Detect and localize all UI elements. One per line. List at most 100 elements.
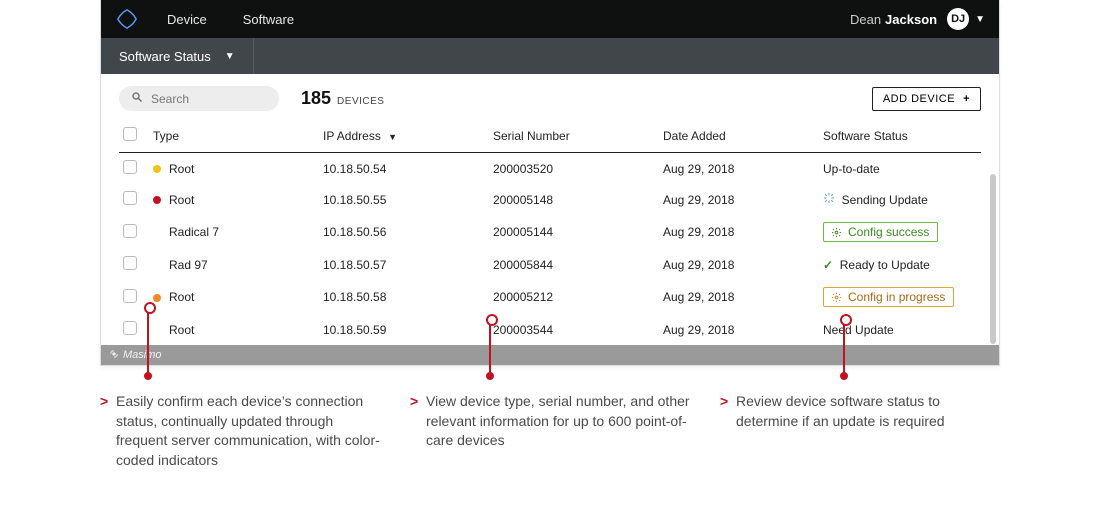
device-type: Rad 97: [169, 258, 208, 272]
callouts: > Easily confirm each device’s connectio…: [100, 392, 1000, 470]
table-row[interactable]: Rad 9710.18.50.57200005844Aug 29, 2018✓ …: [119, 249, 981, 280]
row-checkbox[interactable]: [123, 321, 137, 335]
chevron-right-icon: >: [720, 392, 728, 412]
chevron-right-icon: >: [100, 392, 108, 412]
col-type[interactable]: Type: [149, 121, 319, 153]
toolbar: 185 DEVICES ADD DEVICE +: [119, 86, 981, 111]
col-software[interactable]: Software Status: [819, 121, 981, 153]
select-all-checkbox[interactable]: [123, 127, 137, 141]
check-icon: ✓: [823, 258, 833, 272]
callout-text: Review device software status to determi…: [736, 393, 945, 429]
col-ip[interactable]: IP Address ▼: [319, 121, 489, 153]
status-indicator: [153, 196, 161, 204]
table-row[interactable]: Root 10.18.50.55200005148Aug 29, 2018 Sen…: [119, 184, 981, 215]
table-row[interactable]: Root 10.18.50.58200005212Aug 29, 2018Conf…: [119, 280, 981, 314]
cell-date: Aug 29, 2018: [659, 153, 819, 185]
callout-info: > View device type, serial number, and o…: [410, 392, 690, 470]
callout-text: View device type, serial number, and oth…: [426, 393, 690, 448]
cell-date: Aug 29, 2018: [659, 215, 819, 249]
cell-ip: 10.18.50.54: [319, 153, 489, 185]
cell-sn: 200005212: [489, 280, 659, 314]
user-last: Jackson: [885, 12, 937, 27]
add-device-button[interactable]: ADD DEVICE +: [872, 87, 981, 111]
cell-ip: 10.18.50.57: [319, 249, 489, 280]
search-input[interactable]: [119, 86, 279, 111]
avatar: DJ: [947, 8, 969, 30]
cell-date: Aug 29, 2018: [659, 314, 819, 345]
callout-connection: > Easily confirm each device’s connectio…: [100, 392, 380, 470]
device-type: Root: [169, 162, 194, 176]
user-first: Dean: [850, 12, 881, 27]
device-type: Root: [169, 193, 194, 207]
cell-sn: 200005844: [489, 249, 659, 280]
status-indicator: [153, 165, 161, 173]
nav-software[interactable]: Software: [243, 12, 294, 27]
search-field[interactable]: [151, 92, 267, 106]
scrollbar[interactable]: [990, 174, 996, 344]
topbar: Device Software Dean Jackson DJ ▼: [101, 0, 999, 38]
cell-sn: 200005144: [489, 215, 659, 249]
col-ip-label: IP Address: [323, 129, 381, 143]
cell-ip: 10.18.50.59: [319, 314, 489, 345]
table-row[interactable]: Root 10.18.50.54200003520Aug 29, 2018Up-t…: [119, 153, 981, 185]
search-icon: [131, 91, 143, 106]
gear-icon: [830, 226, 842, 238]
cell-ip: 10.18.50.58: [319, 280, 489, 314]
user-menu[interactable]: Dean Jackson DJ ▼: [850, 8, 985, 30]
footer-brand: Masimo: [123, 349, 162, 361]
cell-software: Config success: [819, 215, 981, 249]
leader-line-2: [489, 318, 491, 376]
cell-ip: 10.18.50.56: [319, 215, 489, 249]
device-type: Root: [169, 290, 194, 304]
nav-device[interactable]: Device: [167, 12, 207, 27]
chevron-down-icon: ▼: [975, 14, 985, 25]
spinner-icon: [823, 192, 835, 207]
gear-icon: [830, 291, 842, 303]
row-checkbox[interactable]: [123, 191, 137, 205]
row-checkbox[interactable]: [123, 224, 137, 238]
count-label: DEVICES: [337, 96, 384, 107]
cell-ip: 10.18.50.55: [319, 184, 489, 215]
content: 185 DEVICES ADD DEVICE + Type IP Address…: [101, 74, 999, 345]
table-row[interactable]: Radical 7 10.18.50.56200005144Aug 29, 201…: [119, 215, 981, 249]
plus-icon: +: [963, 93, 970, 105]
logo-icon: [115, 7, 139, 31]
col-date[interactable]: Date Added: [659, 121, 819, 153]
status-pill-success: Config success: [823, 222, 938, 242]
status-indicator: [153, 229, 161, 237]
col-serial[interactable]: Serial Number: [489, 121, 659, 153]
callout-software: > Review device software status to deter…: [720, 392, 1000, 470]
sort-desc-icon: ▼: [388, 132, 397, 142]
devices-table: Type IP Address ▼ Serial Number Date Add…: [119, 121, 981, 345]
app-shell: Device Software Dean Jackson DJ ▼ Softwa…: [100, 0, 1000, 366]
sensor-icon: [109, 349, 119, 362]
callout-text: Easily confirm each device’s connection …: [116, 393, 380, 468]
cell-software: Sending Update: [819, 184, 981, 215]
cell-date: Aug 29, 2018: [659, 280, 819, 314]
dropdown-label: Software Status: [119, 49, 211, 64]
leader-line-3: [843, 318, 845, 376]
row-checkbox[interactable]: [123, 289, 137, 303]
add-device-label: ADD DEVICE: [883, 93, 955, 105]
status-indicator: [153, 294, 161, 302]
row-checkbox[interactable]: [123, 256, 137, 270]
cell-sn: 200005148: [489, 184, 659, 215]
subbar: Software Status ▼: [101, 38, 999, 74]
cell-sn: 200003544: [489, 314, 659, 345]
status-indicator: [153, 261, 161, 269]
cell-date: Aug 29, 2018: [659, 184, 819, 215]
footer: Masimo: [101, 345, 999, 365]
chevron-right-icon: >: [410, 392, 418, 412]
row-checkbox[interactable]: [123, 160, 137, 174]
leader-line-1: [147, 306, 149, 376]
cell-software: Up-to-date: [819, 153, 981, 185]
cell-sn: 200003520: [489, 153, 659, 185]
status-indicator: [153, 326, 161, 334]
device-type: Radical 7: [169, 225, 219, 239]
device-count: 185 DEVICES: [301, 88, 384, 109]
cell-software: ✓ Ready to Update: [819, 249, 981, 280]
software-status-dropdown[interactable]: Software Status ▼: [101, 38, 254, 74]
status-pill-progress: Config in progress: [823, 287, 954, 307]
chevron-down-icon: ▼: [225, 51, 235, 62]
device-type: Root: [169, 323, 194, 337]
